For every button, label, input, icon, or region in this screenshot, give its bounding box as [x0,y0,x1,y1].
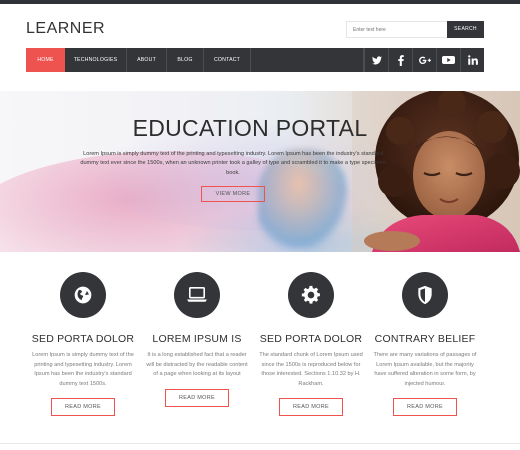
top-strip [0,0,520,4]
feature-title: SED PORTA DOLOR [31,333,135,345]
feature-title: SED PORTA DOLOR [259,333,363,345]
read-more-button[interactable]: READ MORE [51,398,115,417]
feature-title: LOREM IPSUM IS [152,333,242,345]
nav-item-about[interactable]: ABOUT [127,48,167,72]
feature-text: The standard chunk of Lorem Ipsum used s… [259,352,363,387]
youtube-icon[interactable] [436,48,460,72]
linkedin-icon[interactable] [460,48,484,72]
feature-card: CONTRARY BELIEF There are many variation… [368,272,482,417]
nav-item-technologies[interactable]: TECHNOLOGIES [65,48,127,72]
feature-card: LOREM IPSUM IS It is a long established … [140,272,254,407]
laptop-icon [187,286,207,302]
feature-text: There are many variations of passages of… [373,352,477,387]
main-nav: HOME TECHNOLOGIES ABOUT BLOG CONTACT [26,48,484,72]
search-button[interactable]: SEARCH [447,21,484,38]
search-input[interactable] [346,21,447,38]
site-logo[interactable]: LEARNER [26,20,105,38]
features-section: SED PORTA DOLOR Lorem Ipsum is simply du… [26,272,494,422]
footer-divider [0,443,520,444]
feature-title: CONTRARY BELIEF [374,333,476,345]
feature-icon-circle [288,272,334,318]
feature-icon-circle [60,272,106,318]
read-more-button[interactable]: READ MORE [165,388,229,407]
twitter-icon[interactable] [364,48,388,72]
feature-text: Lorem Ipsum is simply dummy text of the … [32,352,134,387]
gear-icon [301,285,320,304]
search-bar: SEARCH [346,21,484,38]
read-more-button[interactable]: READ MORE [393,398,457,417]
hero-description: Lorem Ipsum is simply dummy text of the … [80,151,386,176]
nav-item-blog[interactable]: BLOG [167,48,204,72]
hero-title: EDUCATION PORTAL [132,115,368,141]
globe-icon [74,286,92,304]
read-more-button[interactable]: READ MORE [279,398,343,417]
hero-banner: EDUCATION PORTAL Lorem Ipsum is simply d… [0,91,520,252]
facebook-icon[interactable] [388,48,412,72]
feature-icon-circle [174,272,220,318]
feature-icon-circle [402,272,448,318]
nav-item-home[interactable]: HOME [26,48,65,72]
shield-icon [418,285,432,305]
feature-card: SED PORTA DOLOR Lorem Ipsum is simply du… [26,272,140,417]
google-plus-icon[interactable] [412,48,436,72]
view-more-button[interactable]: VIEW MORE [201,186,265,202]
feature-card: SED PORTA DOLOR The standard chunk of Lo… [254,272,368,417]
nav-item-contact[interactable]: CONTACT [204,48,251,72]
feature-text: It is a long established fact that a rea… [146,352,248,378]
nav-spacer [251,48,364,72]
